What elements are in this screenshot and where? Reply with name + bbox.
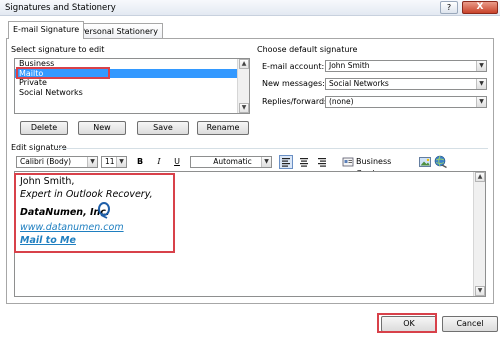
scroll-up-icon[interactable]: ▲ [475,172,485,182]
signature-item-business[interactable]: Business [15,59,249,69]
email-account-value: John Smith [329,61,370,70]
new-messages-label: New messages: [262,79,325,88]
align-center-icon [300,158,308,167]
signature-list-scrollbar[interactable]: ▲ ▼ [237,59,249,113]
help-button[interactable]: ? [440,1,458,14]
business-card-button[interactable]: Business Card [340,156,410,178]
tab-email-signature[interactable]: E-mail Signature [8,21,85,39]
new-messages-select[interactable]: Social Networks ▼ [325,78,487,90]
datanumen-logo-icon [98,202,110,219]
underline-button[interactable]: U [171,156,183,168]
signature-title-line: Expert in Outlook Recovery, [20,189,153,200]
scroll-up-icon[interactable]: ▲ [239,59,249,69]
select-signature-label: Select signature to edit [11,45,105,54]
mail-to-me-link[interactable]: Mail to Me [20,235,76,246]
scroll-down-icon[interactable]: ▼ [475,286,485,296]
rename-button[interactable]: Rename [197,121,249,135]
replies-forwards-value: (none) [329,97,354,106]
hyperlink-globe-icon [434,155,447,169]
chevron-down-icon[interactable]: ▼ [116,157,126,167]
tab-personal-stationery-label: Personal Stationery [80,27,158,36]
email-account-label: E-mail account: [262,62,325,71]
save-button[interactable]: Save [137,121,189,135]
font-color-value: Automatic [213,157,252,166]
chevron-down-icon[interactable]: ▼ [87,157,97,167]
font-value: Calibri (Body) [20,157,72,166]
signature-list[interactable]: Business Mailto Private Social Networks … [14,58,250,114]
window-title: Signatures and Stationery [5,3,116,13]
replies-forwards-select[interactable]: (none) ▼ [325,96,487,108]
new-button[interactable]: New [78,121,126,135]
chevron-down-icon[interactable]: ▼ [476,97,486,107]
editor-scrollbar[interactable]: ▲ ▼ [473,172,485,296]
font-select[interactable]: Calibri (Body) ▼ [16,156,98,168]
title-bar: Signatures and Stationery ? X [0,0,500,16]
default-signature-label: Choose default signature [257,45,358,54]
font-size-value: 11 [105,157,115,166]
font-color-select[interactable]: Automatic ▼ [190,156,272,168]
picture-icon [419,157,431,167]
ok-button[interactable]: OK [381,316,437,332]
chevron-down-icon[interactable]: ▼ [476,79,486,89]
close-button[interactable]: X [462,1,498,14]
signature-item-mailto[interactable]: Mailto [15,68,249,78]
insert-hyperlink-button[interactable] [434,155,448,169]
align-left-icon [282,158,290,167]
tab-personal-stationery[interactable]: Personal Stationery [75,23,163,39]
email-account-select[interactable]: John Smith ▼ [325,60,487,72]
tab-email-signature-label: E-mail Signature [13,25,80,34]
align-right-icon [318,158,326,167]
replies-forwards-label: Replies/forwards: [262,97,331,106]
align-left-button[interactable] [279,155,293,169]
business-card-icon [342,157,354,167]
section-divider [56,148,488,149]
font-size-select[interactable]: 11 ▼ [101,156,127,168]
bold-button[interactable]: B [134,156,146,168]
insert-picture-button[interactable] [418,155,432,169]
signature-item-social-networks[interactable]: Social Networks [15,88,249,98]
align-right-button[interactable] [315,155,329,169]
scroll-down-icon[interactable]: ▼ [239,103,249,113]
cancel-button[interactable]: Cancel [442,316,498,332]
website-link[interactable]: www.datanumen.com [20,222,124,233]
new-messages-value: Social Networks [329,79,389,88]
delete-button[interactable]: Delete [20,121,68,135]
chevron-down-icon[interactable]: ▼ [476,61,486,71]
italic-button[interactable]: I [153,156,165,168]
company-logo [97,201,111,219]
chevron-down-icon[interactable]: ▼ [261,157,271,167]
signature-item-private[interactable]: Private [15,78,249,88]
align-center-button[interactable] [297,155,311,169]
signature-name-line: John Smith, [20,176,75,187]
signatures-dialog: Signatures and Stationery ? X E-mail Sig… [0,0,500,339]
